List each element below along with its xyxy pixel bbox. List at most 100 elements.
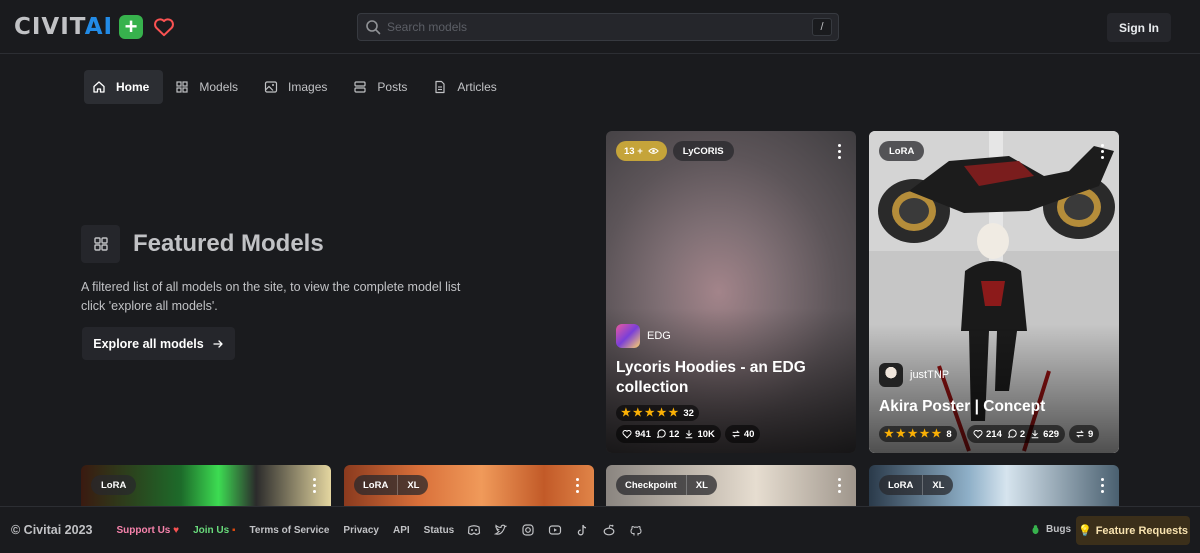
main-nav: Home Models Images Posts Articles <box>84 70 515 104</box>
download-icon <box>686 430 693 439</box>
model-type-badge: LoRA XL <box>879 475 954 495</box>
feature-requests-button[interactable]: 💡 Feature Requests <box>1076 516 1190 545</box>
model-type-badge: LoRA <box>879 141 925 161</box>
model-type-badge: Checkpoint XL <box>616 475 717 495</box>
footer: © Civitai 2023 Support Us ♥ Join Us ▪ Te… <box>0 506 1200 553</box>
sign-in-button[interactable]: Sign In <box>1107 13 1171 42</box>
rating-label: 13 + <box>624 145 643 157</box>
civitai-logo[interactable]: CIVITAI + <box>14 14 175 40</box>
avatar <box>879 363 903 387</box>
star-icon: ★ <box>668 406 679 419</box>
model-card[interactable]: 13 + LyCORIS EDG Lycoris Hoodies - an ED… <box>606 131 856 453</box>
nav-images[interactable]: Images <box>256 70 341 104</box>
card-menu-icon[interactable] <box>838 144 842 159</box>
card-menu-icon[interactable] <box>1101 478 1105 493</box>
creator-name: justTNP <box>910 369 950 381</box>
nav-models-label: Models <box>199 80 239 94</box>
star-icon: ★ <box>931 427 942 440</box>
tiktok-icon[interactable] <box>575 523 589 537</box>
card-menu-icon[interactable] <box>313 478 317 493</box>
comment-icon <box>1007 429 1017 439</box>
model-type-badge: LoRA XL <box>354 475 429 495</box>
youtube-icon[interactable] <box>548 523 562 537</box>
creator-info[interactable]: justTNP <box>879 363 949 387</box>
reddit-icon[interactable] <box>602 523 616 537</box>
comment-count: 12 <box>668 428 680 440</box>
api-link[interactable]: API <box>393 525 410 536</box>
creator-name: EDG <box>647 330 671 342</box>
arrow-right-icon <box>213 339 223 348</box>
github-icon[interactable] <box>629 523 643 537</box>
bolt-icon <box>1076 430 1084 438</box>
briefcase-icon: ▪ <box>232 524 236 536</box>
card-menu-icon[interactable] <box>838 478 842 493</box>
terms-link[interactable]: Terms of Service <box>250 525 330 536</box>
model-card[interactable]: Checkpoint XL <box>606 465 856 510</box>
comment-count: 2 <box>1019 428 1026 440</box>
search-bar[interactable]: / <box>357 13 839 41</box>
featured-grid-icon <box>81 225 120 263</box>
comment-icon <box>656 429 666 439</box>
nav-images-label: Images <box>288 80 328 94</box>
star-icon: ★ <box>884 427 894 440</box>
buzz-count: 40 <box>743 428 755 440</box>
star-rating: ★ ★ ★ ★ ★ 32 <box>616 405 699 421</box>
star-icon: ★ <box>656 406 667 419</box>
card-menu-icon[interactable] <box>576 478 580 493</box>
model-card[interactable]: LoRA <box>81 465 331 510</box>
review-count: 8 <box>946 428 952 440</box>
review-count: 32 <box>683 407 694 419</box>
card-stats: 214 2 629 9 <box>967 425 1100 443</box>
bolt-icon <box>732 430 740 438</box>
heart-icon[interactable] <box>153 17 175 37</box>
creator-info[interactable]: EDG <box>616 324 671 348</box>
nav-posts-label: Posts <box>377 80 408 94</box>
model-card[interactable]: LoRA justTNP Akira Poster | Concept ★ ★ ★ ★… <box>869 131 1119 453</box>
join-us-link[interactable]: Join Us ▪ <box>193 525 235 536</box>
star-icon: ★ <box>919 427 930 440</box>
featured-title: Featured Models <box>133 230 324 257</box>
star-icon: ★ <box>895 427 906 440</box>
card-title: Lycoris Hoodies - an EDG collection <box>616 359 806 396</box>
explore-all-models-button[interactable]: Explore all models <box>82 327 235 360</box>
plus-icon[interactable]: + <box>119 15 144 39</box>
privacy-link[interactable]: Privacy <box>343 525 379 536</box>
logo-wordmark: CIVITAI <box>14 14 114 40</box>
card-menu-icon[interactable] <box>1101 144 1105 159</box>
search-input[interactable] <box>387 20 812 34</box>
lightbulb-icon: 💡 <box>1077 525 1092 537</box>
instagram-icon[interactable] <box>521 523 535 537</box>
star-icon: ★ <box>632 406 643 419</box>
download-count: 629 <box>1043 428 1060 440</box>
avatar <box>616 324 640 348</box>
status-link[interactable]: Status <box>424 525 455 536</box>
nav-home-label: Home <box>116 80 150 94</box>
model-type-badge: LyCORIS <box>672 141 734 161</box>
bug-icon <box>1032 525 1039 535</box>
card-stats: 941 12 10K 40 <box>616 425 761 443</box>
twitter-icon[interactable] <box>494 523 508 537</box>
layout-icon <box>354 81 366 93</box>
nav-posts[interactable]: Posts <box>345 70 421 104</box>
nav-articles[interactable]: Articles <box>425 70 510 104</box>
nav-home[interactable]: Home <box>84 70 164 104</box>
nav-models[interactable]: Models <box>167 70 252 104</box>
model-type-badge: LoRA <box>91 475 137 495</box>
photo-icon <box>264 81 278 93</box>
discord-icon[interactable] <box>467 523 481 537</box>
download-count: 10K <box>697 428 715 440</box>
bugs-link[interactable]: Bugs <box>1030 524 1071 535</box>
top-header: CIVITAI + / Sign In <box>0 0 1200 54</box>
star-icon: ★ <box>644 406 655 419</box>
model-card[interactable]: LoRA XL <box>869 465 1119 510</box>
featured-description: A filtered list of all models on the sit… <box>81 280 461 313</box>
eye-icon <box>647 148 659 154</box>
search-icon <box>366 20 381 35</box>
star-icon: ★ <box>907 427 918 440</box>
heart-icon: ♥ <box>173 524 180 536</box>
model-card[interactable]: LoRA XL <box>344 465 594 510</box>
nsfw-rating-badge[interactable]: 13 + <box>616 141 667 161</box>
card-title: Akira Poster | Concept <box>879 398 1046 415</box>
support-us-link[interactable]: Support Us ♥ <box>116 525 179 536</box>
nav-articles-label: Articles <box>457 80 497 94</box>
